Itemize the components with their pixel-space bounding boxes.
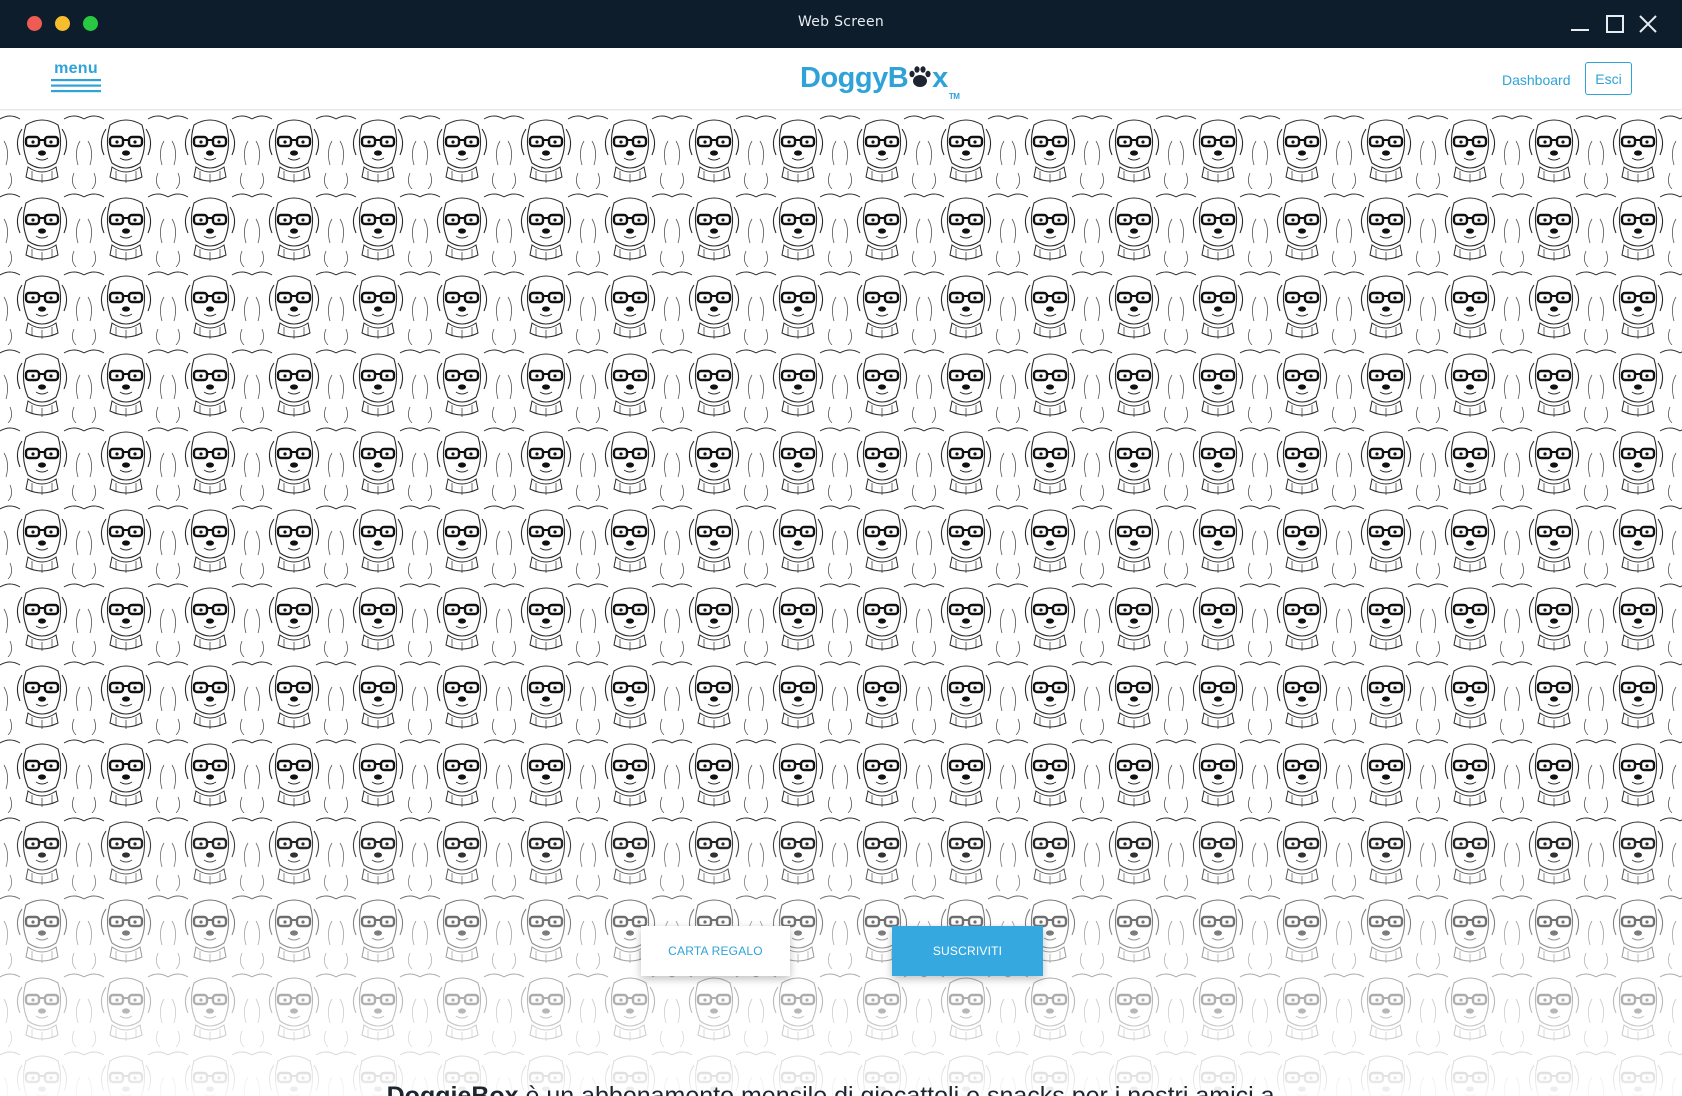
subscribe-button[interactable]: SUSCRIVITI bbox=[892, 926, 1043, 976]
tagline: DoggieBox è un abbonamento mensile di gi… bbox=[0, 1082, 1682, 1096]
menu-label: menu bbox=[54, 60, 98, 77]
window-titlebar: Web Screen bbox=[0, 0, 1682, 48]
logo-text-x: x bbox=[932, 62, 948, 94]
doggybox-logo[interactable]: DoggyB xTM bbox=[800, 58, 960, 101]
dashboard-link[interactable]: Dashboard bbox=[1502, 72, 1571, 88]
close-icon[interactable] bbox=[1636, 12, 1660, 36]
window-title: Web Screen bbox=[797, 14, 885, 30]
hero-section: CARTA REGALO SUSCRIVITI DoggieBox è un a… bbox=[0, 111, 1682, 1096]
site-header: menu DoggyB xTM Dashboard Esci bbox=[0, 48, 1682, 110]
hero-bottom-fade bbox=[0, 111, 1682, 1096]
tagline-text: è un abbonamento mensile di giocattoli e… bbox=[518, 1082, 1296, 1096]
paw-icon bbox=[909, 66, 931, 87]
menu-button[interactable]: menu bbox=[51, 60, 101, 94]
logout-button[interactable]: Esci bbox=[1585, 62, 1632, 95]
minimize-icon[interactable] bbox=[1568, 12, 1592, 36]
tagline-brand: DoggieBox bbox=[386, 1082, 519, 1096]
hamburger-icon bbox=[51, 79, 101, 93]
logo-text-b: B bbox=[887, 62, 909, 94]
maximize-icon[interactable] bbox=[1603, 12, 1627, 36]
logo-text-doggy: Doggy bbox=[800, 62, 888, 94]
logo-trademark: TM bbox=[948, 92, 960, 101]
gift-card-button[interactable]: CARTA REGALO bbox=[641, 926, 790, 976]
